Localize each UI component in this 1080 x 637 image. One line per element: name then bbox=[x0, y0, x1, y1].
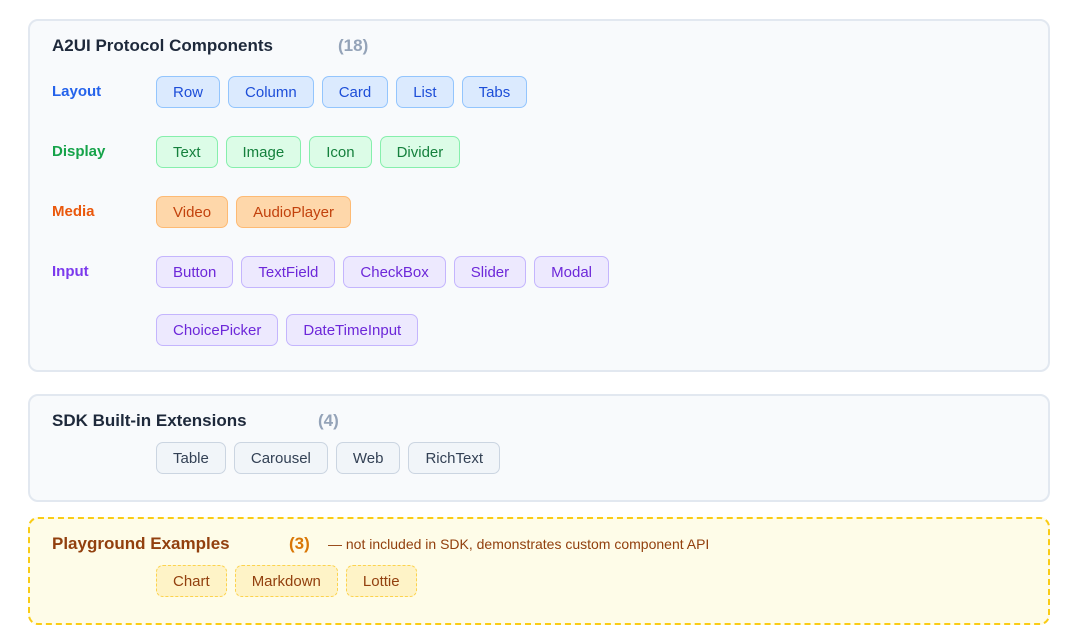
chip-button: Button bbox=[156, 256, 234, 288]
category-label-display: Display bbox=[52, 143, 106, 160]
chip-divider: Divider bbox=[379, 136, 461, 168]
chip-carousel: Carousel bbox=[233, 442, 328, 474]
protocol-components-panel: A2UI Protocol Components (18) Layout Row… bbox=[28, 19, 1050, 372]
chip-textfield: TextField bbox=[241, 256, 336, 288]
chip-web: Web bbox=[335, 442, 401, 474]
chip-table: Table bbox=[156, 442, 226, 474]
chip-icon: Icon bbox=[309, 136, 372, 168]
display-chip-row: Text Image Icon Divider bbox=[156, 136, 461, 168]
chip-richtext: RichText bbox=[408, 442, 500, 474]
chip-list: List bbox=[396, 76, 454, 108]
protocol-count: (18) bbox=[338, 36, 369, 55]
chip-row: Row bbox=[156, 76, 221, 108]
chip-image: Image bbox=[225, 136, 302, 168]
playground-chip-row: Chart Markdown Lottie bbox=[156, 565, 417, 597]
playground-count: (3) bbox=[289, 534, 310, 553]
chip-text: Text bbox=[156, 136, 218, 168]
chip-modal: Modal bbox=[534, 256, 609, 288]
chip-slider: Slider bbox=[453, 256, 527, 288]
chip-lottie: Lottie bbox=[345, 565, 417, 597]
playground-note: — not included in SDK, demonstrates cust… bbox=[328, 536, 710, 552]
chip-checkbox: CheckBox bbox=[343, 256, 446, 288]
chip-chart: Chart bbox=[156, 565, 227, 597]
sdk-count: (4) bbox=[318, 411, 339, 430]
sdk-chip-row: Table Carousel Web RichText bbox=[156, 442, 500, 474]
chip-column: Column bbox=[228, 76, 314, 108]
playground-examples-panel: Playground Examples (3) — not included i… bbox=[28, 517, 1050, 625]
media-chip-row: Video AudioPlayer bbox=[156, 196, 351, 228]
input-chip-row-1: Button TextField CheckBox Slider Modal bbox=[156, 256, 609, 288]
chip-choicepicker: ChoicePicker bbox=[156, 314, 279, 346]
input-chip-row-2: ChoicePicker DateTimeInput bbox=[156, 314, 419, 346]
chip-video: Video bbox=[156, 196, 229, 228]
sdk-title: SDK Built-in Extensions bbox=[52, 411, 247, 430]
category-label-media: Media bbox=[52, 203, 95, 220]
chip-datetimeinput: DateTimeInput bbox=[286, 314, 419, 346]
category-label-input: Input bbox=[52, 263, 89, 280]
chip-audioplayer: AudioPlayer bbox=[236, 196, 351, 228]
chip-card: Card bbox=[321, 76, 389, 108]
chip-tabs: Tabs bbox=[461, 76, 528, 108]
layout-chip-row: Row Column Card List Tabs bbox=[156, 76, 528, 108]
chip-markdown: Markdown bbox=[234, 565, 338, 597]
playground-title: Playground Examples bbox=[52, 534, 230, 553]
category-label-layout: Layout bbox=[52, 83, 102, 100]
protocol-title: A2UI Protocol Components bbox=[52, 36, 274, 55]
sdk-extensions-panel: SDK Built-in Extensions (4) Table Carous… bbox=[28, 394, 1050, 502]
